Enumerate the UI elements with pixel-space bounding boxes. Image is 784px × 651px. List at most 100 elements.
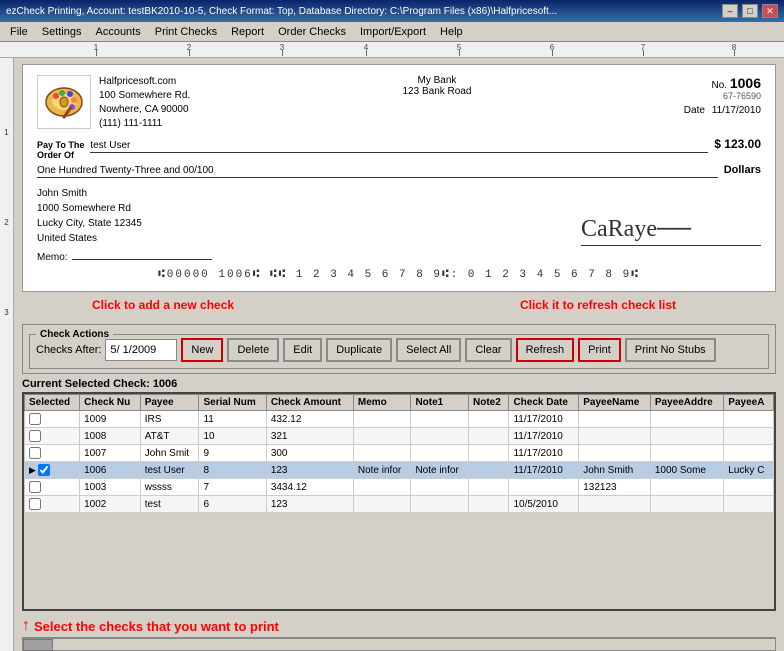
titlebar: ezCheck Printing, Account: testBK2010-10… [0, 0, 784, 22]
table-cell: 3434.12 [266, 479, 353, 496]
minimize-button[interactable]: – [722, 4, 738, 18]
table-cell: test [140, 496, 199, 513]
close-button[interactable]: ✕ [762, 4, 778, 18]
mid-row: John Smith 1000 Somewhere Rd Lucky City,… [37, 186, 761, 246]
check-actions-fieldset: Check Actions Checks After: New Delete E… [29, 329, 769, 369]
company-phone: (111) 111-1111 [99, 117, 190, 131]
check-no-label: No. [712, 80, 728, 91]
col-check-num: Check Nu [80, 395, 141, 411]
table-row: 1008AT&T1032111/17/2010 [25, 428, 774, 445]
table-cell [411, 496, 469, 513]
table-cell: 123 [266, 496, 353, 513]
table-cell: 1003 [80, 479, 141, 496]
table-cell [650, 411, 723, 428]
table-cell: 1009 [80, 411, 141, 428]
maximize-button[interactable]: □ [742, 4, 758, 18]
annotation-new-check: Click to add a new check [92, 298, 234, 312]
selected-check-bar: Current Selected Check: 1006 [22, 378, 776, 390]
row-checkbox[interactable] [29, 481, 41, 493]
print-button[interactable]: Print [578, 338, 621, 362]
table-cell [411, 445, 469, 462]
print-no-stubs-button[interactable]: Print No Stubs [625, 338, 716, 362]
menubar: File Settings Accounts Print Checks Repo… [0, 22, 784, 42]
bank-name: My Bank [403, 75, 472, 86]
micr-line: ⑆00000 1006⑆ ⑆⑆ 1 2 3 4 5 6 7 8 9⑆: 0 1 … [37, 269, 761, 281]
clear-button[interactable]: Clear [465, 338, 511, 362]
col-payee-name: PayeeName [579, 395, 651, 411]
delete-button[interactable]: Delete [227, 338, 279, 362]
col-serial: Serial Num [199, 395, 266, 411]
menu-settings[interactable]: Settings [36, 25, 88, 39]
table-cell [579, 411, 651, 428]
row-checkbox[interactable] [29, 447, 41, 459]
table-cell: 10 [199, 428, 266, 445]
check-table: Selected Check Nu Payee Serial Num Check… [24, 394, 774, 513]
menu-file[interactable]: File [4, 25, 34, 39]
row-checkbox[interactable] [29, 430, 41, 442]
table-cell [353, 479, 411, 496]
menu-import-export[interactable]: Import/Export [354, 25, 432, 39]
check-preview: Halfpricesoft.com 100 Somewhere Rd. Nowh… [22, 64, 776, 292]
menu-order-checks[interactable]: Order Checks [272, 25, 352, 39]
menu-accounts[interactable]: Accounts [89, 25, 146, 39]
row-checkbox[interactable] [38, 464, 50, 476]
bank-info: My Bank 123 Bank Road [403, 75, 472, 97]
table-cell: test User [140, 462, 199, 479]
checks-after-label: Checks After: [36, 344, 101, 356]
menu-report[interactable]: Report [225, 25, 270, 39]
check-amount: $ 123.00 [714, 137, 761, 151]
select-all-button[interactable]: Select All [396, 338, 461, 362]
table-cell [579, 496, 651, 513]
col-note2: Note2 [469, 395, 509, 411]
new-button[interactable]: New [181, 338, 223, 362]
table-cell [724, 411, 774, 428]
table-cell [469, 428, 509, 445]
date-input[interactable] [105, 339, 177, 361]
horizontal-scrollbar[interactable] [22, 637, 776, 651]
content: Halfpricesoft.com 100 Somewhere Rd. Nowh… [14, 58, 784, 651]
table-cell: 6 [199, 496, 266, 513]
table-cell [724, 428, 774, 445]
col-payee-addr: PayeeAddre [650, 395, 723, 411]
table-cell: John Smit [140, 445, 199, 462]
duplicate-button[interactable]: Duplicate [326, 338, 392, 362]
table-cell: Note infor [353, 462, 411, 479]
table-cell [650, 428, 723, 445]
checkbox-cell [25, 428, 80, 445]
checkbox-cell: ▶ [25, 462, 80, 479]
edit-button[interactable]: Edit [283, 338, 322, 362]
table-cell: 11/17/2010 [509, 411, 579, 428]
table-cell: AT&T [140, 428, 199, 445]
bottom-annotation: ↑ Select the checks that you want to pri… [22, 617, 776, 635]
annotation-refresh-check: Click it to refresh check list [520, 298, 676, 312]
menu-print-checks[interactable]: Print Checks [149, 25, 223, 39]
table-cell: Lucky C [724, 462, 774, 479]
titlebar-controls: – □ ✕ [722, 4, 778, 18]
row-checkbox[interactable] [29, 413, 41, 425]
routing-number: 67-76590 [684, 91, 761, 101]
menu-help[interactable]: Help [434, 25, 469, 39]
table-cell [469, 496, 509, 513]
table-cell [411, 428, 469, 445]
table-header-row: Selected Check Nu Payee Serial Num Check… [25, 395, 774, 411]
dollars-label: Dollars [724, 164, 761, 176]
table-cell [650, 445, 723, 462]
refresh-button[interactable]: Refresh [516, 338, 575, 362]
payee-addr-name: John Smith [37, 186, 142, 201]
table-cell [469, 462, 509, 479]
bank-address: 123 Bank Road [403, 86, 472, 97]
check-table-container[interactable]: Selected Check Nu Payee Serial Num Check… [22, 392, 776, 611]
check-no-value: 1006 [730, 75, 761, 91]
table-cell: 11/17/2010 [509, 445, 579, 462]
arrow-left-icon: ↑ [22, 617, 30, 635]
company-name: Halfpricesoft.com [99, 75, 190, 89]
memo-row: Memo: [37, 252, 761, 263]
row-checkbox[interactable] [29, 498, 41, 510]
company-block: Halfpricesoft.com 100 Somewhere Rd. Nowh… [37, 75, 190, 131]
table-cell [411, 479, 469, 496]
pay-to-row: Pay To The Order Of test User $ 123.00 [37, 137, 761, 160]
memo-label: Memo: [37, 252, 68, 263]
table-cell: John Smith [579, 462, 651, 479]
checkbox-cell [25, 411, 80, 428]
col-amount: Check Amount [266, 395, 353, 411]
